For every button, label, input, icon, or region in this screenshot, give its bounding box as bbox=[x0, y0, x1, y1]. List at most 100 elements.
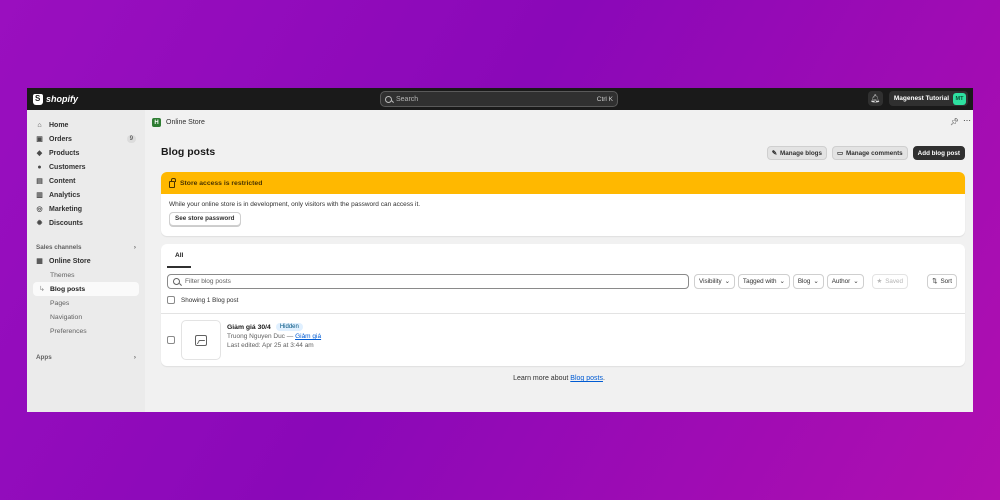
apps-title: Apps bbox=[36, 353, 52, 361]
search-placeholder: Search bbox=[396, 95, 419, 103]
sidebar-subitem-preferences[interactable]: Preferences bbox=[27, 324, 145, 338]
chevron-down-icon: ⌄ bbox=[853, 278, 859, 285]
status-badge: Hidden bbox=[275, 323, 303, 331]
top-bar: shopify Search Ctrl K 🔔︎ Magenest Tutori… bbox=[27, 88, 973, 110]
sidebar-item-label: Marketing bbox=[49, 205, 83, 213]
sales-channels-title: Sales channels bbox=[36, 243, 82, 251]
tag-icon: ◆ bbox=[36, 150, 43, 157]
edit-icon: ✎ bbox=[771, 149, 778, 157]
chevron-down-icon: ⌄ bbox=[779, 278, 785, 285]
add-blog-post-label: Add blog post bbox=[917, 149, 960, 157]
tagged-with-filter[interactable]: Tagged with ⌄ bbox=[737, 274, 790, 289]
filter-blog-posts-input[interactable]: Filter blog posts bbox=[167, 274, 689, 289]
sidebar-item-analytics[interactable]: ▥ Analytics bbox=[27, 188, 145, 202]
sidebar-item-label: Customers bbox=[49, 163, 86, 171]
filter-chips: Visibility ⌄ Tagged with ⌄ Blog ⌄ Author… bbox=[694, 274, 909, 289]
row-checkbox[interactable] bbox=[167, 336, 175, 344]
inbox-icon: ▣ bbox=[36, 136, 43, 143]
manage-blogs-label: Manage blogs bbox=[780, 149, 823, 157]
sidebar-item-discounts[interactable]: ✹ Discounts bbox=[27, 216, 145, 230]
filter-label: Tagged with bbox=[742, 278, 777, 285]
sidebar-item-online-store[interactable]: ▦ Online Store bbox=[27, 254, 145, 268]
see-store-password-button[interactable]: See store password bbox=[169, 212, 241, 226]
shopify-admin-window: shopify Search Ctrl K 🔔︎ Magenest Tutori… bbox=[27, 88, 973, 412]
main-content: H Online Store 📌︎ ⋯ Blog posts ✎ Manage … bbox=[145, 110, 973, 412]
filter-placeholder: Filter blog posts bbox=[185, 278, 231, 285]
sidebar-item-products[interactable]: ◆ Products bbox=[27, 146, 145, 160]
person-icon: ● bbox=[37, 163, 42, 171]
manage-comments-button[interactable]: ▭ Manage comments bbox=[832, 146, 908, 160]
sidebar-item-label: Discounts bbox=[49, 219, 83, 227]
sort-button[interactable]: ⇅ Sort bbox=[927, 274, 957, 289]
learn-more-prefix: Learn more about bbox=[513, 375, 569, 382]
saved-view-button[interactable]: ★ Saved bbox=[871, 274, 909, 289]
author-filter[interactable]: Author ⌄ bbox=[826, 274, 864, 289]
notifications-button[interactable]: 🔔︎ bbox=[867, 91, 883, 106]
target-icon: ◎ bbox=[36, 206, 43, 213]
filter-label: Visibility bbox=[699, 278, 722, 285]
store-access-banner: Store access is restricted While your on… bbox=[161, 172, 965, 236]
manage-comments-label: Manage comments bbox=[845, 149, 903, 157]
sidebar-item-label: Online Store bbox=[49, 257, 91, 265]
chart-icon: ▥ bbox=[36, 192, 43, 199]
page-actions: ✎ Manage blogs ▭ Manage comments Add blo… bbox=[766, 146, 965, 160]
sidebar-subitem-navigation[interactable]: Navigation bbox=[27, 310, 145, 324]
image-placeholder-icon bbox=[195, 334, 207, 346]
search-icon bbox=[385, 95, 392, 103]
sidebar: ⌂ Home ▣ Orders 9 ◆ Products ● Customers… bbox=[27, 110, 145, 412]
store-name: Magenest Tutorial bbox=[893, 95, 949, 102]
post-last-edited: Last edited: Apr 25 at 3:44 am bbox=[227, 342, 314, 349]
sidebar-item-orders[interactable]: ▣ Orders 9 bbox=[27, 132, 145, 146]
sidebar-item-customers[interactable]: ● Customers bbox=[27, 160, 145, 174]
post-title[interactable]: Giảm giá 30/4 bbox=[227, 324, 271, 331]
sidebar-item-home[interactable]: ⌂ Home bbox=[27, 118, 145, 132]
learn-more-suffix: . bbox=[602, 375, 605, 382]
select-all-checkbox[interactable] bbox=[167, 296, 175, 304]
sidebar-subitem-pages[interactable]: Pages bbox=[27, 296, 145, 310]
shopify-bag-icon bbox=[33, 93, 43, 105]
sidebar-item-marketing[interactable]: ◎ Marketing bbox=[27, 202, 145, 216]
add-blog-post-button[interactable]: Add blog post bbox=[912, 146, 965, 160]
sort-label: Sort bbox=[940, 278, 952, 285]
star-icon: ★ bbox=[876, 278, 883, 285]
blog-posts-help-link[interactable]: Blog posts bbox=[570, 375, 603, 382]
sales-channels-header[interactable]: Sales channels › bbox=[27, 240, 145, 254]
bell-icon: 🔔︎ bbox=[870, 94, 881, 103]
avatar: MT bbox=[953, 92, 966, 105]
sidebar-item-label: Orders bbox=[49, 135, 72, 143]
table-row[interactable]: Giảm giá 30/4 Hidden Truong Nguyen Duc —… bbox=[167, 316, 965, 364]
apps-header[interactable]: Apps › bbox=[27, 350, 145, 364]
sidebar-item-label: Home bbox=[49, 121, 69, 129]
chevron-right-icon: › bbox=[133, 353, 136, 361]
pin-icon[interactable]: 📌︎ bbox=[950, 118, 959, 126]
blog-posts-card: All Filter blog posts Visibility ⌄ Tagge… bbox=[161, 244, 965, 366]
home-icon: ⌂ bbox=[37, 121, 42, 129]
post-thumbnail bbox=[181, 320, 221, 360]
blog-filter[interactable]: Blog ⌄ bbox=[792, 274, 824, 289]
sidebar-item-label: Analytics bbox=[49, 191, 81, 199]
search-input[interactable]: Search Ctrl K bbox=[380, 91, 618, 107]
store-menu-button[interactable]: Magenest Tutorial MT bbox=[888, 91, 968, 106]
filter-label: Blog bbox=[797, 278, 811, 285]
sidebar-subitem-themes[interactable]: Themes bbox=[27, 268, 145, 282]
divider bbox=[161, 313, 965, 314]
orders-count-badge: 9 bbox=[126, 135, 136, 143]
chevron-down-icon: ⌄ bbox=[813, 278, 819, 285]
search-icon bbox=[173, 278, 180, 285]
breadcrumb-label: Online Store bbox=[166, 119, 205, 126]
banner-header: Store access is restricted bbox=[161, 172, 965, 194]
chevron-down-icon: ⌄ bbox=[724, 278, 730, 285]
tab-all[interactable]: All bbox=[167, 244, 192, 268]
post-blog-link[interactable]: Giảm giá bbox=[295, 333, 321, 340]
manage-blogs-button[interactable]: ✎ Manage blogs bbox=[766, 146, 828, 160]
more-actions-icon[interactable]: ⋯ bbox=[963, 116, 971, 125]
post-author: Truong Nguyen Duc — bbox=[227, 333, 294, 340]
breadcrumb[interactable]: H Online Store bbox=[152, 118, 205, 127]
discount-icon: ✹ bbox=[36, 220, 43, 227]
visibility-filter[interactable]: Visibility ⌄ bbox=[694, 274, 735, 289]
shopify-logo[interactable]: shopify bbox=[33, 93, 78, 105]
banner-message: While your online store is in developmen… bbox=[169, 201, 421, 208]
page-title: Blog posts bbox=[161, 146, 216, 158]
sidebar-item-content[interactable]: ▤ Content bbox=[27, 174, 145, 188]
sidebar-subitem-blog-posts[interactable]: Blog posts bbox=[33, 282, 139, 296]
